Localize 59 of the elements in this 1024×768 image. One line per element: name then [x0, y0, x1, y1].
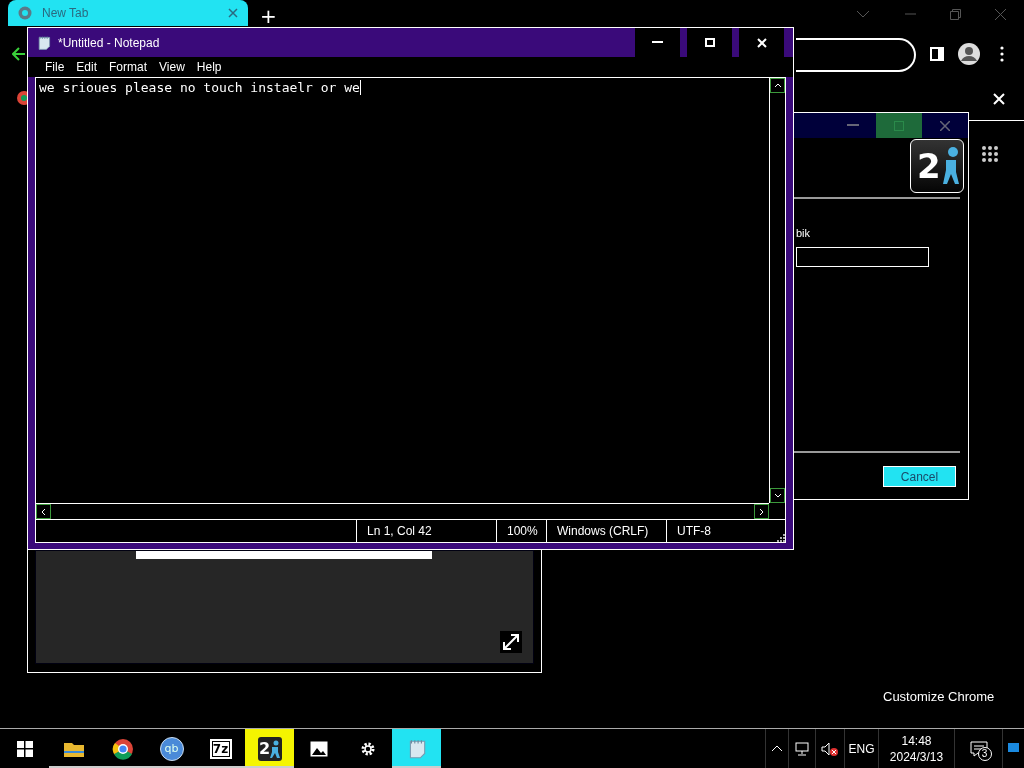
notification-icon — [969, 740, 988, 757]
chevron-right-icon — [759, 507, 764, 516]
maximize-button[interactable] — [687, 28, 732, 57]
status-text: UTF-8 — [666, 520, 766, 542]
portal-button[interactable]: 2 — [245, 729, 294, 768]
scroll-down-button[interactable] — [770, 488, 785, 503]
browser-tab[interactable]: New Tab — [8, 0, 248, 26]
window-title: *Untitled - Notepad — [58, 35, 161, 50]
status-text: Windows (CRLF) — [546, 520, 666, 542]
resize-grip-icon[interactable] — [777, 534, 785, 542]
portal-logo: 2 — [910, 139, 964, 193]
side-panel-icon[interactable] — [930, 47, 944, 61]
close-icon — [756, 37, 767, 48]
chevron-down-icon — [773, 493, 782, 498]
input-field[interactable] — [796, 247, 929, 267]
cancel-button[interactable]: Cancel — [883, 466, 956, 487]
maximize-icon — [704, 38, 715, 47]
status-text: Ln 1, Col 42 — [356, 520, 496, 542]
chrome-icon — [18, 6, 32, 20]
restore-icon[interactable] — [950, 9, 961, 20]
maximize-icon — [894, 120, 904, 131]
desktop-icon — [1008, 743, 1019, 754]
runner-icon — [270, 739, 281, 758]
chevron-up-icon — [773, 83, 782, 88]
chevron-up-icon — [771, 745, 783, 752]
menu-item[interactable]: File — [39, 60, 71, 74]
status-text: 100% — [496, 520, 546, 542]
scroll-right-button[interactable] — [754, 504, 769, 519]
settings-icon — [359, 740, 376, 757]
apps-grid-icon[interactable] — [981, 145, 999, 163]
menu-item[interactable]: View — [153, 60, 191, 74]
muted-speaker-icon — [821, 741, 839, 756]
close-icon — [940, 120, 950, 131]
menu-item[interactable]: Edit — [70, 60, 104, 74]
customize-chrome-link[interactable]: Customize Chrome — [883, 689, 995, 704]
minimize-icon — [652, 41, 663, 44]
menu-item[interactable]: Format — [103, 60, 154, 74]
address-bar[interactable] — [796, 38, 916, 72]
vertical-scrollbar[interactable] — [769, 78, 785, 503]
chevron-down-icon[interactable] — [856, 9, 870, 19]
horizontal-scrollbar[interactable] — [36, 503, 769, 519]
more-menu-icon[interactable] — [1000, 46, 1004, 62]
profile-icon[interactable] — [958, 43, 980, 65]
close-button[interactable] — [739, 28, 784, 57]
network-icon — [794, 741, 810, 756]
chevron-left-icon — [41, 507, 46, 516]
image-icon — [309, 740, 328, 757]
windows-icon — [16, 740, 33, 757]
minimize-icon — [847, 124, 859, 127]
runner-icon — [942, 146, 959, 186]
field-label: bik — [796, 227, 812, 239]
scroll-up-button[interactable] — [770, 78, 785, 93]
notepad-icon — [36, 34, 52, 51]
expand-icon[interactable] — [500, 631, 522, 653]
chrome-icon — [111, 737, 134, 760]
back-arrow-icon[interactable] — [12, 47, 26, 61]
new-tab-button[interactable]: + — [260, 4, 277, 28]
menu-item[interactable]: Help — [190, 60, 228, 74]
scroll-left-button[interactable] — [36, 504, 51, 519]
